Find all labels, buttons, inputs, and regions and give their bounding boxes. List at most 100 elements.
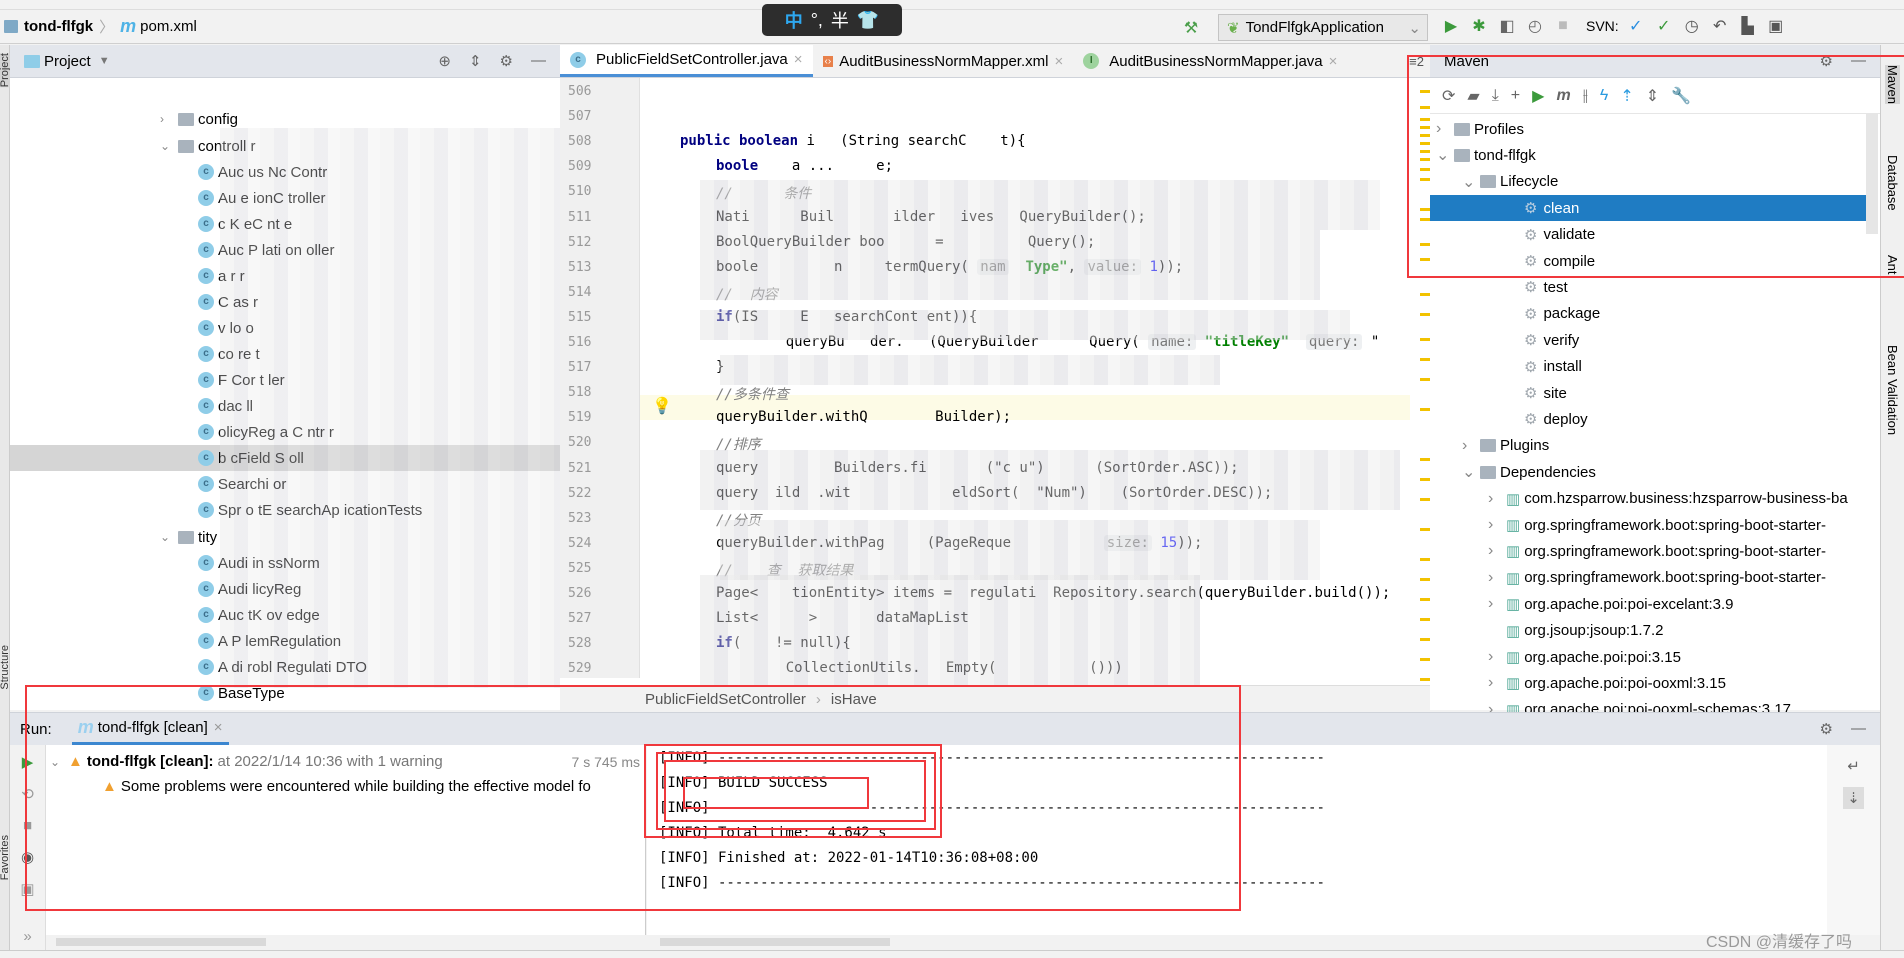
warning-stripe-mark[interactable] <box>1420 558 1430 561</box>
ime-language[interactable]: 中 <box>785 7 803 33</box>
skip-tests-icon[interactable]: ϟ <box>1600 87 1608 105</box>
lightbulb-icon[interactable]: 💡 <box>652 396 672 416</box>
warning-stripe-mark[interactable] <box>1420 498 1430 501</box>
chevron-down-icon[interactable]: ▼ <box>99 55 110 67</box>
run-icon[interactable]: ▶ <box>1532 86 1544 106</box>
chevron-icon[interactable]: › <box>1488 648 1506 666</box>
chevron-down-icon[interactable]: ⌄ <box>50 755 68 769</box>
maven-tree-item[interactable]: ⌄ tond-flfgk <box>1430 142 1866 168</box>
tool-window-favorites[interactable]: Favorites <box>0 835 11 880</box>
maven-tree-item[interactable]: ⚙ compile <box>1430 248 1866 274</box>
warning-stripe-mark[interactable] <box>1420 106 1430 109</box>
maven-tree-item[interactable]: ⚙ site <box>1430 380 1866 406</box>
maven-tree-item[interactable]: ⚙ package <box>1430 301 1866 327</box>
maven-tree-item[interactable]: › ▥ com.hzsparrow.business:hzsparrow-busin… <box>1430 486 1866 512</box>
ime-toolbar[interactable]: 中 °, 半 👕 <box>762 4 902 36</box>
maven-tree-item[interactable]: › ▥ org.springframework.boot:spring-boot-s… <box>1430 538 1866 564</box>
error-stripe[interactable] <box>1420 78 1430 698</box>
breadcrumb-file[interactable]: pom.xml <box>140 18 197 35</box>
maven-tree-item[interactable]: ⚙ install <box>1430 354 1866 380</box>
scroll-to-end-icon[interactable]: ⇣ <box>1843 787 1864 809</box>
maven-tree-item[interactable]: › Profiles <box>1430 116 1866 142</box>
maven-tree-item[interactable]: › Plugins <box>1430 433 1866 459</box>
console-horizontal-scrollbar[interactable] <box>660 938 890 946</box>
history-icon[interactable]: ◷ <box>1681 15 1703 37</box>
ime-width[interactable]: 半 <box>831 7 849 33</box>
warning-stripe-mark[interactable] <box>1420 258 1430 261</box>
locate-icon[interactable]: ⊕ <box>438 52 451 70</box>
warning-stripe-mark[interactable] <box>1420 243 1430 246</box>
chevron-icon[interactable]: › <box>1436 120 1454 138</box>
tool-window-database[interactable]: Database <box>1885 155 1900 211</box>
build-hammer-icon[interactable]: ⚒ <box>1180 17 1202 39</box>
coverage-icon[interactable]: ◧ <box>1496 15 1518 37</box>
project-tree-item[interactable]: ⌄ tity <box>160 524 217 550</box>
collapse-all-icon[interactable]: ⇕ <box>469 52 482 70</box>
warning-stripe-mark[interactable] <box>1420 658 1430 661</box>
tool-window-ant[interactable]: Ant <box>1885 255 1900 275</box>
run-configuration-select[interactable]: ❦ TondFlfgkApplication ⌄ <box>1218 14 1428 41</box>
chevron-icon[interactable]: › <box>1488 569 1506 587</box>
view-icon[interactable]: ◉ <box>21 848 34 866</box>
more-icon[interactable]: » <box>23 928 31 945</box>
revert-icon[interactable]: ↶ <box>1709 15 1731 37</box>
breadcrumb-project[interactable]: tond-flfgk <box>24 18 93 35</box>
warning-stripe-mark[interactable] <box>1420 528 1430 531</box>
breadcrumb-class[interactable]: PublicFieldSetController <box>645 691 806 708</box>
warning-stripe-mark[interactable] <box>1420 578 1430 581</box>
gear-icon[interactable]: ⚙ <box>1820 720 1833 738</box>
toggle-offline-icon[interactable]: ⫲ <box>1583 87 1588 105</box>
stop-icon[interactable]: ■ <box>1552 15 1574 37</box>
pin-icon[interactable]: ▣ <box>20 880 34 898</box>
collapse-icon[interactable]: ⇕ <box>1646 86 1659 106</box>
maven-tree-item[interactable]: › ▥ org.springframework.boot:spring-boot-s… <box>1430 565 1866 591</box>
warning-stripe-mark[interactable] <box>1420 178 1430 181</box>
warning-stripe-mark[interactable] <box>1420 408 1430 411</box>
maven-tree-item[interactable]: ⚙ test <box>1430 274 1866 300</box>
tool-window-structure[interactable]: Structure <box>0 645 11 690</box>
ime-punctuation[interactable]: °, <box>811 10 823 31</box>
warning-stripe-mark[interactable] <box>1420 678 1430 681</box>
maven-scrollbar[interactable] <box>1866 114 1878 234</box>
chevron-icon[interactable]: ⌄ <box>160 139 178 153</box>
gear-icon[interactable]: ⚙ <box>500 52 513 70</box>
chevron-icon[interactable]: › <box>1488 542 1506 560</box>
chevron-icon[interactable]: › <box>1488 490 1506 508</box>
minimize-icon[interactable]: — <box>1851 52 1866 70</box>
warning-stripe-mark[interactable] <box>1420 598 1430 601</box>
project-tree[interactable]: › config ⌄ controll r c Auc us Nc Contr c Au e … <box>10 78 560 710</box>
download-icon[interactable]: ⤓ <box>1492 87 1499 105</box>
debug-icon[interactable]: ✱ <box>1468 15 1490 37</box>
maven-tree-item[interactable]: ⌄ Lifecycle <box>1430 169 1866 195</box>
chevron-icon[interactable]: ⌄ <box>1436 145 1454 165</box>
warning-stripe-mark[interactable] <box>1420 150 1430 153</box>
warning-stripe-mark[interactable] <box>1420 168 1430 171</box>
warning-stripe-mark[interactable] <box>1420 218 1430 221</box>
tool-window-maven[interactable]: Maven <box>1885 65 1900 105</box>
editor-tab[interactable]: ‹› AuditBusinessNormMapper.xml × <box>813 45 1074 77</box>
console-output[interactable]: [INFO] Deleting D:\newWorkspace\tond-flf… <box>647 745 1827 935</box>
chevron-icon[interactable]: ⌄ <box>1462 172 1480 192</box>
warning-stripe-mark[interactable] <box>1420 134 1430 137</box>
warning-stripe-mark[interactable] <box>1420 313 1430 316</box>
close-icon[interactable]: × <box>794 51 803 68</box>
maven-tree-item[interactable]: ⚙ verify <box>1430 327 1866 353</box>
warning-stripe-mark[interactable] <box>1420 358 1430 361</box>
add-icon[interactable]: + <box>1511 87 1520 105</box>
warning-stripe-mark[interactable] <box>1420 208 1430 211</box>
warning-stripe-mark[interactable] <box>1420 158 1430 161</box>
maven-tree-item[interactable]: ⚙ clean <box>1430 195 1866 222</box>
build-tree[interactable]: ⌄ ▲ tond-flfgk [clean]: at 2022/1/14 10:… <box>46 745 646 935</box>
window-icon[interactable]: ▣ <box>1765 15 1787 37</box>
warning-stripe-mark[interactable] <box>1420 118 1430 121</box>
warning-stripe-mark[interactable] <box>1420 378 1430 381</box>
project-panel-title[interactable]: Project <box>44 53 91 70</box>
execute-goal-icon[interactable]: m <box>1556 87 1570 105</box>
generate-sources-icon[interactable]: ▰ <box>1467 86 1479 106</box>
reload-icon[interactable]: ⟳ <box>1442 86 1455 106</box>
maven-tree-item[interactable]: ⚙ validate <box>1430 222 1866 248</box>
show-dependencies-icon[interactable]: ⇡ <box>1620 86 1633 106</box>
rerun-failed-icon[interactable]: ⟲ <box>21 785 34 803</box>
warning-stripe-mark[interactable] <box>1420 126 1430 129</box>
build-tree-root[interactable]: ⌄ ▲ tond-flfgk [clean]: at 2022/1/14 10:… <box>50 753 640 770</box>
